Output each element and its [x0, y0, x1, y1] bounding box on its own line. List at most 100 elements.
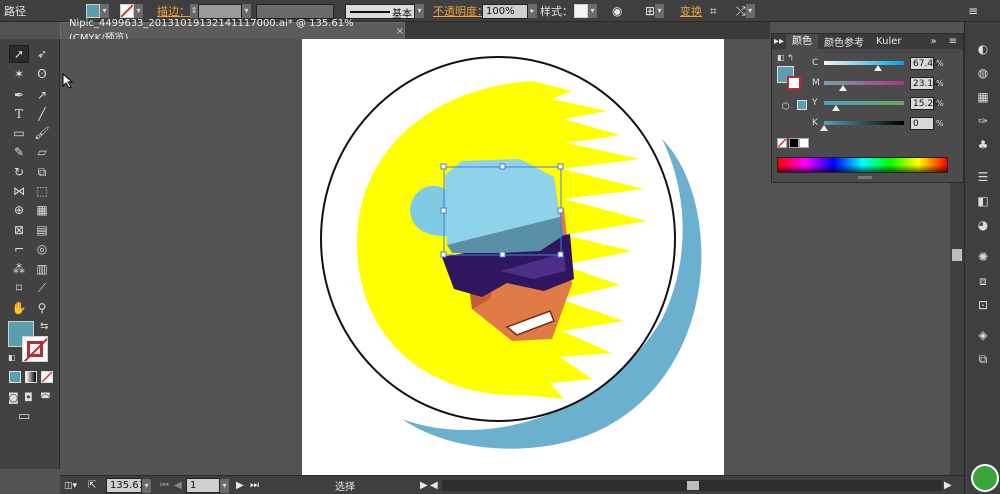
direct-selection-tool[interactable]: ➶	[32, 45, 52, 63]
pencil-tool[interactable]: ✎	[9, 143, 29, 161]
yellow-slider-thumb[interactable]	[832, 105, 841, 111]
rotate-tool[interactable]: ↻	[9, 163, 29, 181]
panel-arrows-icon[interactable]: ▸▸	[772, 36, 786, 47]
cyan-slider-thumb[interactable]	[873, 65, 882, 71]
stroke-weight-input[interactable]	[198, 3, 242, 19]
pen-tool[interactable]: ✒	[9, 86, 29, 104]
chevron-down-icon[interactable]: ▾	[745, 4, 755, 18]
artboards-panel-icon[interactable]: ⧉	[973, 350, 993, 368]
type-tool[interactable]: T	[9, 105, 29, 123]
prev-page-button[interactable]: ◀	[174, 478, 182, 493]
scroll-right-button[interactable]: ▶	[944, 478, 952, 493]
stroke-label[interactable]: 描边：	[157, 3, 190, 19]
eraser-tool[interactable]: ▱	[32, 143, 52, 161]
none-color-swatch[interactable]	[777, 138, 787, 148]
black-slider[interactable]	[820, 121, 904, 131]
gradient-tool[interactable]: ▤	[32, 221, 52, 239]
eyedropper-tool[interactable]: ⌐	[9, 240, 29, 258]
handle-bottom-right[interactable]	[557, 251, 564, 258]
chevron-down-icon[interactable]: ▾	[242, 4, 251, 18]
yellow-value-input[interactable]: 15.29	[910, 96, 939, 110]
stroke-label-text[interactable]: 描边：	[157, 3, 190, 19]
handle-top-center[interactable]	[499, 163, 506, 170]
zoom-input[interactable]: 135.61	[106, 478, 145, 493]
panel-stroke-swatch[interactable]	[787, 76, 801, 90]
width-tool[interactable]: ⋈	[9, 182, 29, 200]
artboard[interactable]	[302, 39, 724, 475]
chevron-down-icon[interactable]: ▾	[100, 4, 109, 18]
mesh-tool[interactable]: ⊠	[9, 221, 29, 239]
stroke-weight-field[interactable]: ⇕ ▾	[190, 3, 251, 19]
fill-color-picker[interactable]: ▾	[86, 3, 109, 19]
screen-mode-icon[interactable]: ▭	[18, 409, 30, 424]
panel-menu-button[interactable]: ≡	[968, 3, 978, 19]
color-panel-icon[interactable]: ◐	[973, 40, 993, 58]
panel-menu-icon[interactable]: ≡	[943, 36, 963, 47]
stroke-none-swatch[interactable]	[120, 4, 134, 18]
next-page-button[interactable]: ▶	[236, 478, 244, 493]
collapse-icon[interactable]: »	[924, 36, 942, 47]
chevron-down-icon[interactable]: ▾	[415, 4, 424, 18]
scroll-left-button[interactable]: ◀	[430, 478, 438, 493]
graphic-style-picker[interactable]: ▾	[574, 3, 597, 19]
fill-swatch[interactable]	[86, 4, 100, 18]
stepper-icon[interactable]: ⇕	[190, 4, 198, 18]
hand-tool[interactable]: ✋	[9, 299, 29, 317]
none-mode-button[interactable]	[41, 371, 53, 383]
variable-width-profile[interactable]	[256, 3, 334, 19]
document-tab[interactable]: Nipic_4499633_20131019132141117000.ai* @…	[60, 18, 405, 44]
black-value-input[interactable]: 0	[910, 116, 934, 130]
opacity-label[interactable]: 不透明度：	[433, 3, 488, 19]
handle-bottom-left[interactable]	[440, 251, 447, 258]
magenta-slider[interactable]	[824, 81, 904, 91]
yellow-slider[interactable]	[824, 101, 904, 111]
opacity-label-text[interactable]: 不透明度：	[433, 3, 488, 19]
blend-tool[interactable]: ◎	[32, 240, 52, 258]
share-button[interactable]: ⇱	[88, 478, 96, 493]
color-guide-panel-icon[interactable]: ◍	[973, 64, 993, 82]
color-spectrum-bar[interactable]	[777, 157, 948, 173]
horizontal-scroll-thumb[interactable]	[687, 481, 699, 490]
draw-inside-icon[interactable]: ◚	[40, 391, 51, 404]
brush-definition[interactable]: 基本 ▾	[345, 3, 424, 20]
chevron-down-icon[interactable]: ▾	[655, 4, 665, 18]
chevron-right-icon[interactable]: ▸	[528, 4, 537, 18]
line-tool[interactable]: ╱	[32, 105, 52, 123]
symbol-sprayer-tool[interactable]: ⁂	[9, 260, 29, 278]
cyan-value-input[interactable]: 67.45	[910, 56, 939, 70]
chevron-down-icon[interactable]: ▾	[220, 478, 229, 493]
first-page-button[interactable]: ⏮	[160, 478, 169, 493]
color-mode-button[interactable]	[9, 371, 21, 383]
lasso-tool[interactable]: ʘ	[32, 65, 52, 83]
zoom-field[interactable]: 135.61 ▾	[106, 478, 151, 493]
page-field[interactable]: 1 ▾	[186, 478, 229, 493]
swatches-panel-icon[interactable]: ▦	[973, 88, 993, 106]
magenta-slider-thumb[interactable]	[838, 85, 847, 91]
close-icon[interactable]: ×	[396, 26, 404, 37]
page-input[interactable]: 1	[186, 478, 220, 493]
white-color-swatch[interactable]	[799, 138, 809, 148]
magic-wand-tool[interactable]: ✶	[9, 65, 29, 83]
brushes-panel-icon[interactable]: ✑	[973, 112, 993, 130]
transparency-panel-icon[interactable]: ◕	[973, 216, 993, 234]
stroke-color-swatch[interactable]	[22, 336, 48, 362]
chevron-down-icon[interactable]: ▾	[588, 4, 597, 18]
opacity-input[interactable]: 100%	[482, 3, 528, 19]
last-page-button[interactable]: ⏭	[250, 478, 259, 493]
handle-top-left[interactable]	[440, 163, 447, 170]
tab-color-guide[interactable]: 颜色参考	[818, 34, 870, 49]
appearance-panel-icon[interactable]: ✺	[973, 248, 993, 266]
gamut-swatch[interactable]	[797, 100, 807, 110]
draw-normal-icon[interactable]: ◙	[8, 391, 19, 404]
out-of-gamut-icon[interactable]: ⬡	[782, 102, 790, 112]
opacity-field[interactable]: 100% ▸	[482, 3, 537, 19]
panel-resize-grip[interactable]	[858, 176, 872, 179]
paintbrush-tool[interactable]: 🖌	[32, 124, 52, 142]
width-profile-select[interactable]	[256, 3, 334, 19]
slice-tool[interactable]: ⟋	[32, 279, 52, 297]
perspective-grid-tool[interactable]: ▦	[32, 201, 52, 219]
symbols-panel-icon[interactable]: ♣	[973, 136, 993, 154]
status-menu-button[interactable]: ▶	[420, 478, 428, 493]
column-graph-tool[interactable]: ▥	[32, 260, 52, 278]
tab-kuler[interactable]: Kuler	[870, 36, 907, 47]
